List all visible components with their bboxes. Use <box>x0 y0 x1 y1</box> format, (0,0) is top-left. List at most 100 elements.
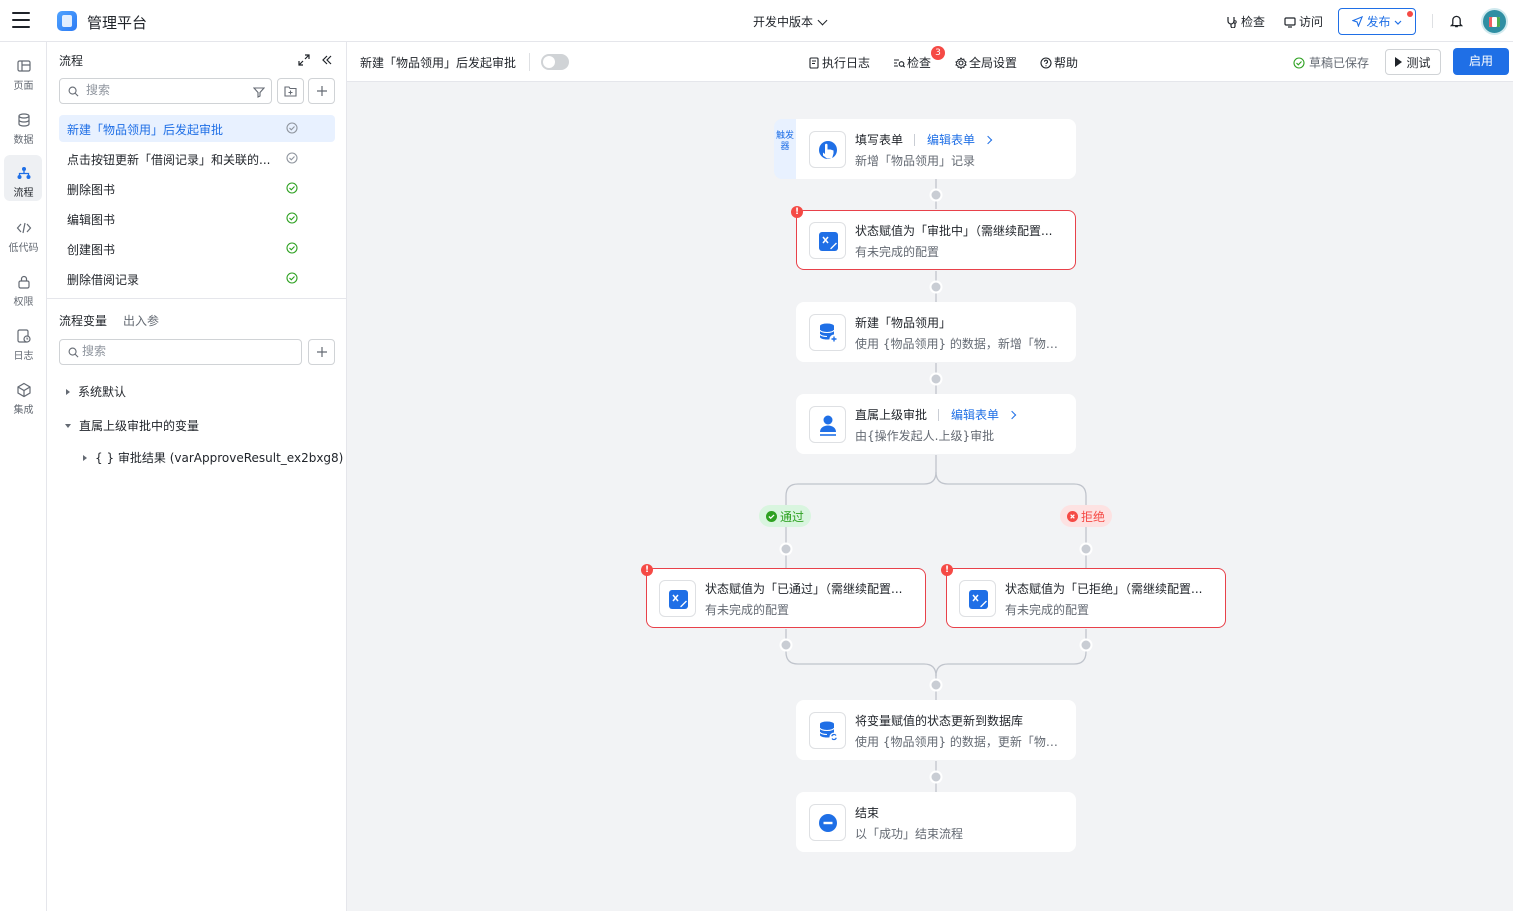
flow-list-item[interactable]: 创建图书 <box>59 235 335 262</box>
add-variable-button[interactable] <box>308 339 335 365</box>
tab-io-params[interactable]: 出入参 <box>123 312 159 329</box>
database-sync-icon <box>809 712 846 749</box>
node-fill-form[interactable]: 填写表单 编辑表单 新增「物品领用」记录 <box>796 119 1076 179</box>
variable-search-input[interactable] <box>82 344 232 358</box>
rail-item-page[interactable]: 页面 <box>0 52 47 100</box>
tree-label: { } 审批结果 (varApproveResult_ex2bxg8) <box>95 451 344 465</box>
menu-icon[interactable] <box>12 12 30 28</box>
flow-list-item[interactable]: 点击按钮更新「借阅记录」和关联的... <box>59 145 335 172</box>
edit-form-link[interactable]: 编辑表单 <box>938 406 1017 423</box>
error-icon: ! <box>941 564 953 576</box>
log-icon <box>16 329 31 343</box>
add-flow-button[interactable] <box>308 78 335 104</box>
inspect-label: 检查 <box>1241 15 1266 29</box>
tab-flow-variables[interactable]: 流程变量 <box>59 312 107 329</box>
version-dropdown[interactable]: 开发中版本 <box>753 13 828 30</box>
bell-icon[interactable] <box>1450 14 1463 28</box>
variable-search[interactable] <box>59 339 302 365</box>
pointer-icon <box>809 131 846 168</box>
flow-list-item[interactable]: 新建「物品领用」后发起审批 <box>59 115 335 142</box>
stethoscope-icon <box>1227 16 1237 28</box>
node-set-rejected[interactable]: ! 状态赋值为「已拒绝」（需继续配置... 有未完成的配置 <box>941 564 1226 628</box>
avatar[interactable] <box>1481 8 1508 35</box>
rail-item-flow[interactable]: 流程 <box>0 155 47 203</box>
flow-list-item[interactable]: 删除借阅记录 <box>59 265 335 292</box>
flow-list-item[interactable]: 编辑图书 <box>59 205 335 232</box>
help-label: 帮助 <box>1054 56 1079 70</box>
check-button[interactable]: 检查 <box>893 54 931 71</box>
save-status: 草稿已保存 <box>1293 54 1369 71</box>
check-circle-icon <box>1293 56 1305 69</box>
publish-button[interactable]: 发布 <box>1338 8 1416 35</box>
branch-pass-text: 通过 <box>780 509 805 524</box>
chevron-down-icon <box>1394 20 1401 25</box>
divider <box>47 298 347 299</box>
node-create-record[interactable]: 新建「物品领用」 使用 {物品领用} 的数据，新增「物品... <box>796 302 1076 362</box>
flow-search-input[interactable] <box>86 83 236 97</box>
rail-item-lowcode[interactable]: 低代码 <box>0 214 47 262</box>
execution-log-button[interactable]: 执行日志 <box>808 54 870 71</box>
database-icon <box>17 113 30 127</box>
inspect-button[interactable]: 检查 <box>1226 13 1265 30</box>
test-button[interactable]: 测试 <box>1385 49 1441 75</box>
edit-form-label: 编辑表单 <box>927 133 976 147</box>
visit-button[interactable]: 访问 <box>1284 13 1323 30</box>
edit-form-link[interactable]: 编辑表单 <box>914 131 993 148</box>
flow-canvas[interactable]: 触发器 填写表单 编辑表单 新增「物品领用」记录 ! 状态赋值为「审批中」（需继… <box>347 82 1513 911</box>
send-icon <box>1352 16 1364 27</box>
execution-log-label: 执行日志 <box>822 56 871 70</box>
branch-pass-label[interactable]: 通过 <box>759 505 812 527</box>
flow-name: 创建图书 <box>67 243 116 257</box>
divider <box>529 53 530 71</box>
tree-node-approval[interactable]: 直属上级审批中的变量 <box>65 417 199 434</box>
variable-assign-icon <box>809 222 846 259</box>
flow-search[interactable] <box>59 78 272 104</box>
connector-lines <box>779 179 1093 792</box>
node-approval[interactable]: 直属上级审批 编辑表单 由{操作发起人.上级}审批 <box>796 394 1076 454</box>
collapse-left-icon[interactable] <box>321 54 333 66</box>
help-button[interactable]: 帮助 <box>1040 54 1078 71</box>
filter-icon[interactable] <box>253 86 265 98</box>
enabled-status-icon <box>286 272 298 284</box>
rail-item-log[interactable]: 日志 <box>0 322 47 370</box>
canvas-header: 新建「物品领用」后发起审批 执行日志 检查 3 全局设置 帮助 草稿已保存 测试… <box>347 42 1513 82</box>
node-title: 状态赋值为「审批中」（需继续配置... <box>855 224 1053 238</box>
check-circle-icon <box>766 510 777 522</box>
rail-item-integration[interactable]: 集成 <box>0 376 47 424</box>
node-set-passed[interactable]: ! 状态赋值为「已通过」（需继续配置... 有未完成的配置 <box>641 564 926 628</box>
error-icon: ! <box>641 564 653 576</box>
approver-icon <box>809 406 846 443</box>
global-settings-button[interactable]: 全局设置 <box>955 54 1017 71</box>
enabled-status-icon <box>286 242 298 254</box>
flow-panel: 流程 新建「物品领用」后发起审批 点击按钮更新「借阅记录」和关联的... 删除图… <box>47 42 347 911</box>
tree-node-approve-result[interactable]: { } 审批结果 (varApproveResult_ex2bxg8) <box>83 449 343 466</box>
node-description: 有未完成的配置 <box>705 603 790 617</box>
page-icon <box>16 60 31 72</box>
version-label: 开发中版本 <box>753 15 814 29</box>
new-folder-button[interactable] <box>277 78 304 104</box>
play-icon <box>1395 57 1403 67</box>
search-icon <box>68 86 79 97</box>
node-description: 有未完成的配置 <box>1005 603 1090 617</box>
node-description: 使用 {物品领用} 的数据，新增「物品... <box>855 337 1060 351</box>
node-update-database[interactable]: 将变量赋值的状态更新到数据库 使用 {物品领用} 的数据，更新「物品... <box>796 700 1076 760</box>
node-set-pending[interactable]: ! 状态赋值为「审批中」（需继续配置... 有未完成的配置 <box>791 206 1076 270</box>
flow-list-item[interactable]: 删除图书 <box>59 175 335 202</box>
node-end[interactable]: 结束 以「成功」结束流程 <box>796 792 1076 852</box>
branch-reject-label[interactable]: 拒绝 <box>1060 505 1113 527</box>
error-icon: ! <box>791 206 803 218</box>
rail-label: 页面 <box>13 81 34 92</box>
draft-status-icon <box>286 122 298 134</box>
enable-button[interactable]: 启用 <box>1453 48 1509 75</box>
top-bar: 管理平台 开发中版本 检查 访问 发布 <box>0 0 1513 42</box>
rail-item-data[interactable]: 数据 <box>0 106 47 154</box>
enabled-status-icon <box>286 212 298 224</box>
node-title: 直属上级审批 <box>855 408 928 422</box>
rail-item-permission[interactable]: 权限 <box>0 268 47 316</box>
test-label: 测试 <box>1406 55 1431 70</box>
rail-label: 权限 <box>13 297 34 308</box>
flow-enable-toggle[interactable] <box>541 54 569 70</box>
tree-node-system[interactable]: 系统默认 <box>66 383 126 400</box>
expand-icon[interactable] <box>298 54 310 66</box>
stop-icon <box>809 804 846 841</box>
